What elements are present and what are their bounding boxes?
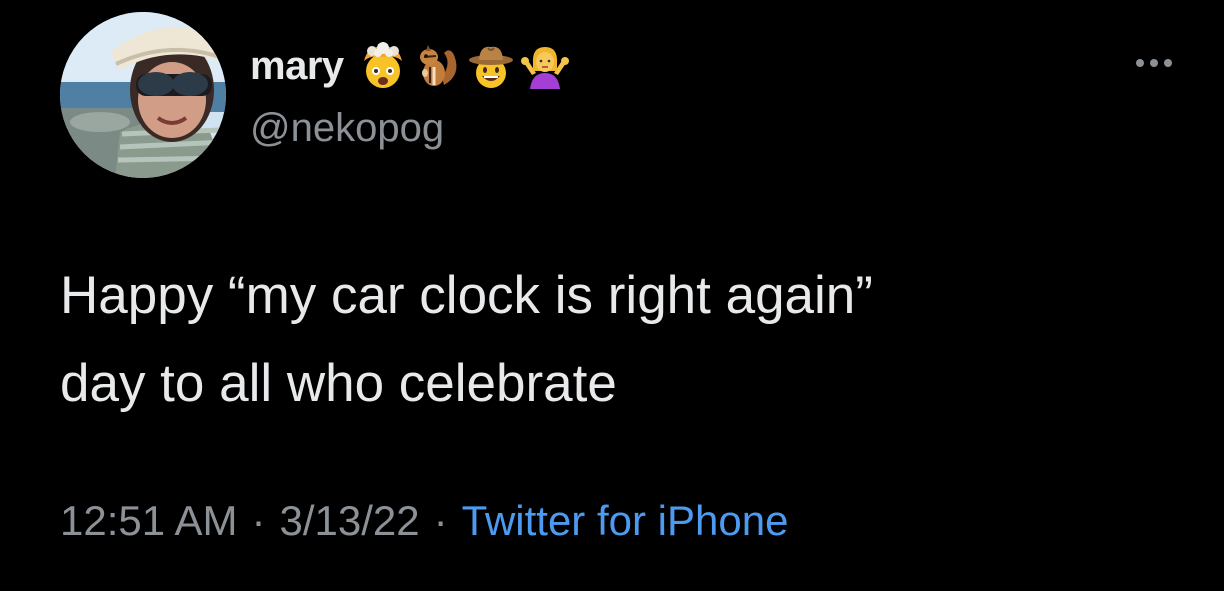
- name-emoji-list: [358, 41, 574, 91]
- more-horizontal-icon: [1150, 59, 1158, 67]
- tweet-date[interactable]: 3/13/22: [279, 497, 419, 545]
- cowboy-face-emoji: [466, 41, 516, 91]
- tweet: mary @nekopog Happy “my car clock is rig…: [0, 0, 1224, 591]
- exploding-head-emoji: [358, 41, 408, 91]
- woman-shrugging-emoji: [520, 41, 570, 91]
- more-horizontal-icon: [1136, 59, 1144, 67]
- avatar-photo: [60, 12, 226, 178]
- user-handle[interactable]: @nekopog: [250, 106, 444, 151]
- tweet-source-link[interactable]: Twitter for iPhone: [462, 497, 789, 545]
- avatar[interactable]: [60, 12, 226, 178]
- metadata-separator: ·: [433, 497, 448, 544]
- tweet-text: Happy “my car clock is right again” day …: [60, 266, 873, 413]
- tweet-metadata: 12:51 AM · 3/13/22 · Twitter for iPhone: [60, 497, 788, 545]
- display-name[interactable]: mary: [250, 44, 344, 89]
- more-options-button[interactable]: [1128, 48, 1180, 78]
- author-name-row: mary: [250, 38, 574, 94]
- chipmunk-emoji: [412, 41, 462, 91]
- more-horizontal-icon: [1164, 59, 1172, 67]
- tweet-time[interactable]: 12:51 AM: [60, 497, 237, 545]
- metadata-separator: ·: [251, 497, 266, 544]
